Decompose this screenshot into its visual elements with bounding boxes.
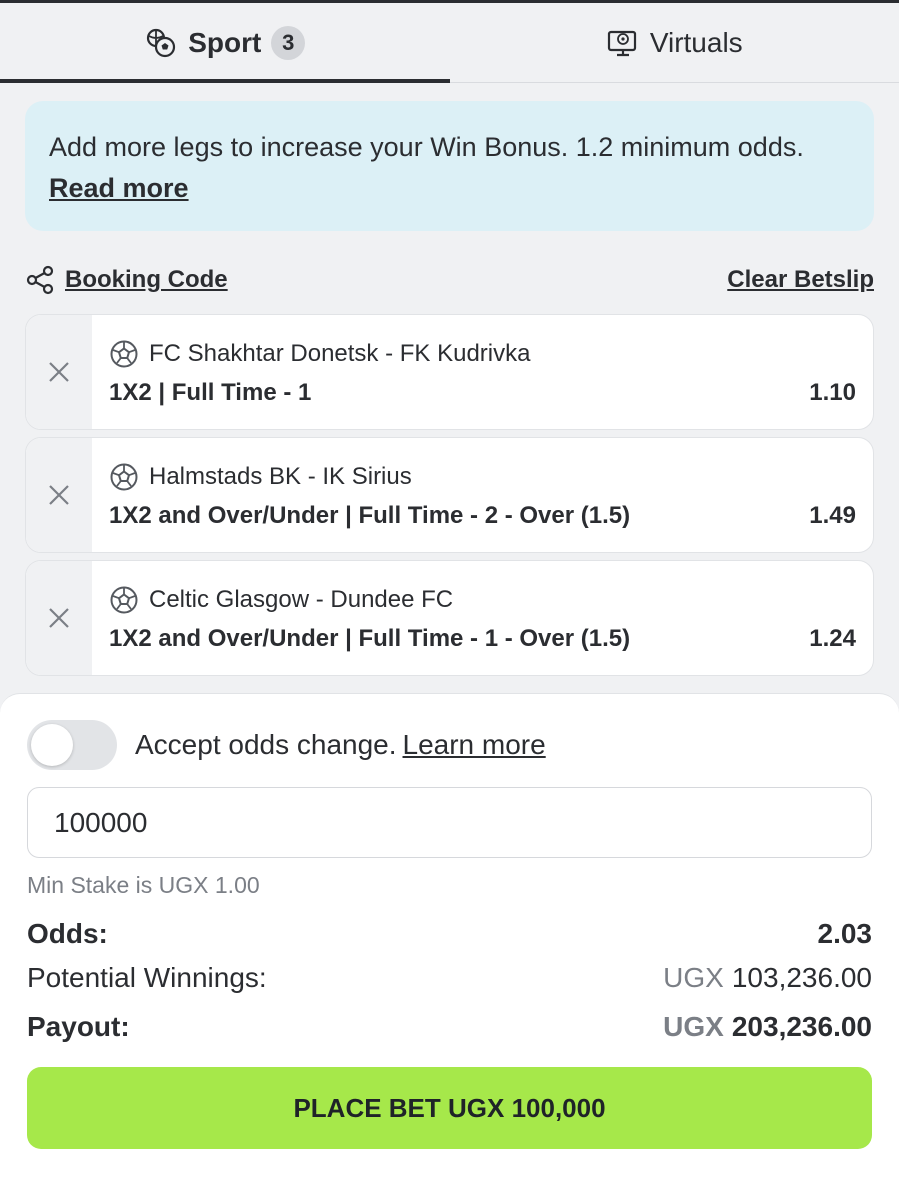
leg-match-name: Halmstads BK - IK Sirius (149, 463, 412, 490)
close-icon (49, 485, 69, 505)
virtual-screen-icon (607, 30, 636, 56)
potential-winnings-row: Potential Winnings: UGX 103,236.00 (27, 962, 872, 994)
sports-balls-icon (147, 28, 176, 57)
potential-winnings-value: 103,236.00 (731, 962, 872, 993)
booking-code-action[interactable]: Booking Code (25, 265, 228, 295)
place-bet-button[interactable]: PLACE BET UGX 100,000 (27, 1067, 872, 1149)
booking-code-link[interactable]: Booking Code (65, 266, 228, 294)
bet-leg: Celtic Glasgow - Dundee FC 1X2 and Over/… (25, 560, 874, 676)
learn-more-link[interactable]: Learn more (403, 729, 546, 760)
payout-currency: UGX (663, 1011, 724, 1042)
clear-betslip-link[interactable]: Clear Betslip (727, 266, 874, 294)
leg-match-name: Celtic Glasgow - Dundee FC (149, 586, 454, 613)
remove-leg-button[interactable] (26, 315, 92, 429)
tab-bar: Sport 3 Virtuals (0, 3, 899, 83)
leg-odds: 1.49 (809, 502, 856, 529)
tab-sport[interactable]: Sport 3 (0, 3, 450, 83)
close-icon (49, 362, 69, 382)
bet-leg: FC Shakhtar Donetsk - FK Kudrivka 1X2 | … (25, 314, 874, 430)
soccer-ball-icon (110, 463, 138, 491)
bet-leg: Halmstads BK - IK Sirius 1X2 and Over/Un… (25, 437, 874, 553)
potential-currency: UGX (663, 962, 724, 993)
soccer-ball-icon (110, 340, 138, 368)
win-bonus-text: Add more legs to increase your Win Bonus… (49, 132, 804, 162)
accept-odds-label: Accept odds change. (135, 729, 397, 760)
leg-odds: 1.10 (809, 379, 856, 406)
leg-selection: 1X2 and Over/Under | Full Time - 2 - Ove… (109, 502, 631, 529)
stake-input[interactable]: 100000 (27, 787, 872, 858)
toggle-knob (31, 724, 73, 766)
odds-value: 2.03 (817, 918, 873, 949)
accept-odds-row: Accept odds change. Learn more (27, 720, 546, 770)
odds-row: Odds: 2.03 (27, 918, 872, 950)
close-icon (49, 608, 69, 628)
soccer-ball-icon (110, 586, 138, 614)
odds-label: Odds: (27, 918, 108, 949)
leg-selection: 1X2 | Full Time - 1 (109, 379, 312, 406)
betslip-panel: Accept odds change. Learn more 100000 Min… (0, 693, 899, 1199)
min-stake-hint: Min Stake is UGX 1.00 (27, 872, 260, 898)
tab-virtuals-label: Virtuals (649, 26, 743, 58)
leg-match-name: FC Shakhtar Donetsk - FK Kudrivka (149, 340, 531, 367)
tab-sport-badge: 3 (271, 25, 306, 60)
payout-label: Payout: (27, 1011, 130, 1042)
betslip-actions: Booking Code Clear Betslip (25, 258, 874, 302)
potential-winnings-label: Potential Winnings: (27, 962, 267, 993)
payout-value: 203,236.00 (731, 1011, 872, 1042)
leg-odds: 1.24 (809, 625, 856, 652)
tab-virtuals[interactable]: Virtuals (450, 3, 899, 82)
share-icon (26, 265, 54, 295)
remove-leg-button[interactable] (26, 561, 92, 675)
tab-sport-label: Sport (188, 26, 262, 58)
accept-odds-toggle[interactable] (27, 720, 117, 770)
read-more-link[interactable]: Read more (49, 173, 189, 203)
leg-selection: 1X2 and Over/Under | Full Time - 1 - Ove… (109, 625, 631, 652)
remove-leg-button[interactable] (26, 438, 92, 552)
win-bonus-banner: Add more legs to increase your Win Bonus… (25, 101, 874, 231)
payout-row: Payout: UGX 203,236.00 (27, 1011, 872, 1043)
